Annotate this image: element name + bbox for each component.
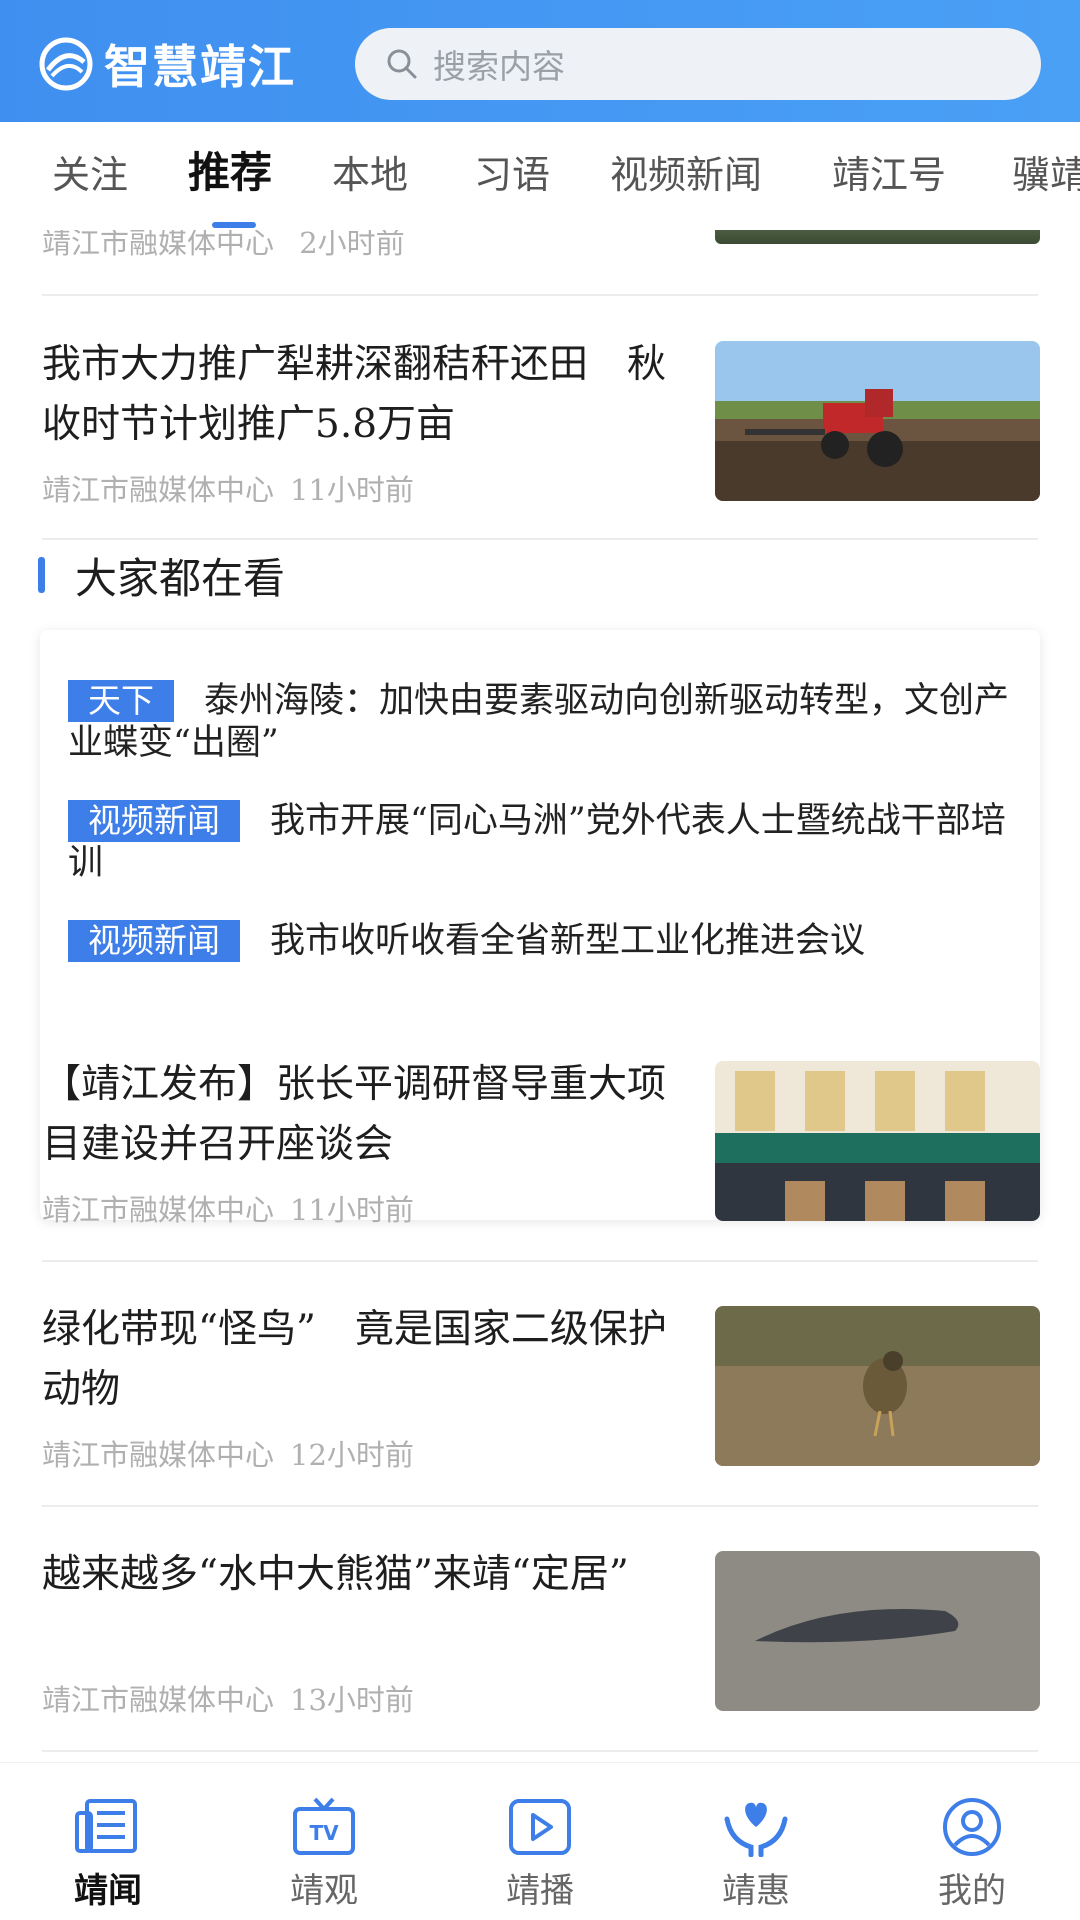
- news-source: 靖江市融媒体中心: [42, 1438, 275, 1472]
- tab-jijing[interactable]: 骥靖: [1012, 150, 1080, 200]
- nav-item-mine[interactable]: 我的: [864, 1763, 1080, 1920]
- nav-item-jingguan[interactable]: TV 靖观: [216, 1763, 432, 1920]
- news-time: 13小时前: [290, 1683, 414, 1717]
- nav-label: 我的: [938, 1871, 1006, 1911]
- news-time: 12小时前: [290, 1438, 414, 1472]
- trending-item-text: 我市收听收看全省新型工业化推进会议: [270, 921, 866, 961]
- bottom-navigation: 靖闻 TV 靖观 靖播 靖惠 我的: [0, 1762, 1080, 1920]
- tab-jingjiang-account[interactable]: 靖江号: [832, 150, 946, 200]
- news-thumbnail: [715, 230, 1040, 244]
- search-bar[interactable]: 搜索内容: [355, 28, 1041, 100]
- svg-text:TV: TV: [309, 1821, 339, 1845]
- channel-tabs: 关注 推荐 本地 习语 视频新闻 靖江号 骥靖: [0, 122, 1080, 230]
- app-logo: 智慧靖江: [38, 34, 296, 94]
- news-meta: 靖江市融媒体中心 12小时前: [42, 1432, 414, 1474]
- news-title: 绿化带现“怪鸟” 竟是国家二级保护动物: [42, 1307, 667, 1412]
- newspaper-icon: [75, 1799, 137, 1853]
- section-title: 大家都在看: [75, 553, 286, 603]
- category-tag: 天下: [68, 680, 174, 722]
- news-meta: 靖江市融媒体中心 11小时前: [42, 1187, 414, 1229]
- tab-local[interactable]: 本地: [332, 150, 408, 200]
- news-time: 2小时前: [299, 230, 405, 260]
- trending-item-text: 泰州海陵：加快由要素驱动向创新驱动转型，文创产业蝶变“出圈”: [68, 681, 1010, 763]
- news-item[interactable]: 绿化带现“怪鸟” 竟是国家二级保护动物 靖江市融媒体中心 12小时前: [42, 1300, 1040, 1500]
- tv-icon: TV: [293, 1797, 355, 1855]
- news-thumbnail: [715, 1306, 1040, 1466]
- news-time: 11小时前: [290, 1193, 414, 1227]
- tab-recommend[interactable]: 推荐: [188, 148, 272, 198]
- nav-item-jingwen[interactable]: 靖闻: [0, 1763, 216, 1920]
- logo-swirl-icon: [39, 37, 93, 91]
- category-tag: 视频新闻: [68, 920, 240, 962]
- search-icon: [387, 49, 417, 79]
- play-icon: [509, 1799, 571, 1855]
- nav-label: 靖惠: [722, 1871, 790, 1911]
- news-item[interactable]: 我市大力推广犁耕深翻秸秆还田 秋收时节计划推广5.8万亩 靖江市融媒体中心 11小…: [42, 335, 1040, 535]
- trending-item[interactable]: 天下 泰州海陵：加快由要素驱动向创新驱动转型，文创产业蝶变“出圈”: [68, 680, 1018, 764]
- news-title: 我市大力推广犁耕深翻秸秆还田 秋收时节计划推广5.8万亩: [42, 342, 667, 447]
- news-thumbnail: [715, 1061, 1040, 1221]
- news-title: 【靖江发布】张长平调研督导重大项目建设并召开座谈会: [42, 1062, 667, 1167]
- nav-label: 靖闻: [74, 1871, 142, 1911]
- nav-item-jinghui[interactable]: 靖惠: [648, 1763, 864, 1920]
- divider: [42, 1505, 1038, 1507]
- divider: [42, 1260, 1038, 1262]
- news-time: 11小时前: [290, 473, 414, 507]
- news-thumbnail: [715, 1551, 1040, 1711]
- logo-text: 智慧靖江: [104, 40, 296, 94]
- profile-icon: [943, 1798, 1001, 1856]
- heart-hands-icon: [724, 1802, 788, 1857]
- tab-xi-quotes[interactable]: 习语: [474, 150, 550, 200]
- search-placeholder: 搜索内容: [433, 47, 565, 86]
- section-header: 大家都在看: [38, 545, 285, 605]
- section-accent-bar: [38, 557, 45, 593]
- news-source: 靖江市融媒体中心: [42, 230, 275, 260]
- divider: [42, 1750, 1038, 1752]
- news-source: 靖江市融媒体中心: [42, 1193, 275, 1227]
- trending-item[interactable]: 视频新闻 我市开展“同心马洲”党外代表人士暨统战干部培训: [68, 800, 1018, 884]
- news-meta: 靖江市融媒体中心 2小时前: [42, 230, 405, 262]
- news-title: 越来越多“水中大熊猫”来靖“定居”: [42, 1552, 629, 1597]
- news-thumbnail: [715, 341, 1040, 501]
- news-meta: 靖江市融媒体中心 13小时前: [42, 1677, 414, 1719]
- nav-label: 靖观: [290, 1871, 358, 1911]
- news-source: 靖江市融媒体中心: [42, 1683, 275, 1717]
- divider: [42, 294, 1038, 296]
- nav-label: 靖播: [506, 1871, 574, 1911]
- nav-item-jingbo[interactable]: 靖播: [432, 1763, 648, 1920]
- news-item[interactable]: 越来越多“水中大熊猫”来靖“定居” 靖江市融媒体中心 13小时前: [42, 1545, 1040, 1745]
- app-header: 智慧靖江 搜索内容: [0, 0, 1080, 122]
- divider: [42, 538, 1038, 540]
- category-tag: 视频新闻: [68, 800, 240, 842]
- tab-video-news[interactable]: 视频新闻: [610, 150, 762, 200]
- news-source: 靖江市融媒体中心: [42, 473, 275, 507]
- trending-item[interactable]: 视频新闻 我市收听收看全省新型工业化推进会议: [68, 920, 1018, 962]
- tab-follow[interactable]: 关注: [52, 150, 128, 200]
- news-feed[interactable]: 靖江市融媒体中心 2小时前 我市大力推广犁耕深翻秸秆还田 秋收时节计划推广5.8…: [0, 230, 1080, 1760]
- news-meta: 靖江市融媒体中心 11小时前: [42, 467, 414, 509]
- news-item[interactable]: 【靖江发布】张长平调研督导重大项目建设并召开座谈会 靖江市融媒体中心 11小时前: [42, 1055, 1040, 1255]
- news-item-partial[interactable]: 靖江市融媒体中心 2小时前: [42, 230, 1040, 285]
- active-tab-indicator: [212, 222, 256, 228]
